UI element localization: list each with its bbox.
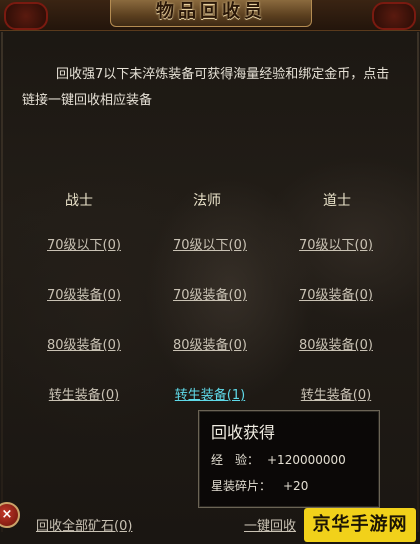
header-banner: 物品回收员 (0, 0, 420, 31)
warrior-lv80-link[interactable]: 80级装备(0) (34, 334, 134, 353)
ornament-left-icon (4, 2, 48, 30)
column-header-warrior: 战士 (65, 193, 93, 209)
warrior-lv70-link[interactable]: 70级装备(0) (34, 284, 134, 303)
page-title: 物品回收员 (156, 1, 266, 22)
tooltip-title: 回收获得 (211, 423, 276, 442)
tooltip-exp-value: +120000000 (267, 453, 346, 467)
mage-below70-link[interactable]: 70级以下(0) (160, 234, 260, 253)
warrior-below70-link[interactable]: 70级以下(0) (34, 234, 134, 253)
title-plate: 物品回收员 (110, 0, 312, 27)
tooltip-fragments-value: +20 (283, 479, 309, 493)
taoist-lv70-link[interactable]: 70级装备(0) (286, 284, 386, 303)
mage-lv80-link[interactable]: 80级装备(0) (160, 334, 260, 353)
tooltip-row-fragments: 星装碎片： +20 (211, 477, 308, 494)
tooltip-exp-label: 经 验： (211, 453, 260, 467)
taoist-lv80-link[interactable]: 80级装备(0) (286, 334, 386, 353)
column-header-taoist: 道士 (323, 193, 351, 209)
taoist-rebirth-link[interactable]: 转生装备(0) (286, 384, 386, 403)
warrior-rebirth-link[interactable]: 转生装备(0) (34, 384, 134, 403)
site-watermark: 京华手游网 (304, 508, 416, 542)
ornament-right-icon (372, 2, 416, 30)
mage-rebirth-link[interactable]: 转生装备(1) (160, 384, 260, 403)
mage-lv70-link[interactable]: 70级装备(0) (160, 284, 260, 303)
one-key-recycle-link[interactable]: 一键回收 (244, 515, 296, 534)
description-text: 回收强7以下未淬炼装备可获得海量经验和绑定金币，点击链接一键回收相应装备 (22, 67, 390, 108)
tooltip-row-exp: 经 验： +120000000 (211, 451, 346, 468)
recycle-all-ore-link[interactable]: 回收全部矿石(0) (36, 515, 132, 534)
tooltip-fragments-label: 星装碎片： (211, 479, 272, 493)
right-border (417, 32, 419, 532)
reward-tooltip: 回收获得 经 验： +120000000 星装碎片： +20 (198, 410, 380, 508)
column-header-mage: 法师 (193, 193, 221, 209)
taoist-below70-link[interactable]: 70级以下(0) (286, 234, 386, 253)
left-border (1, 32, 3, 532)
